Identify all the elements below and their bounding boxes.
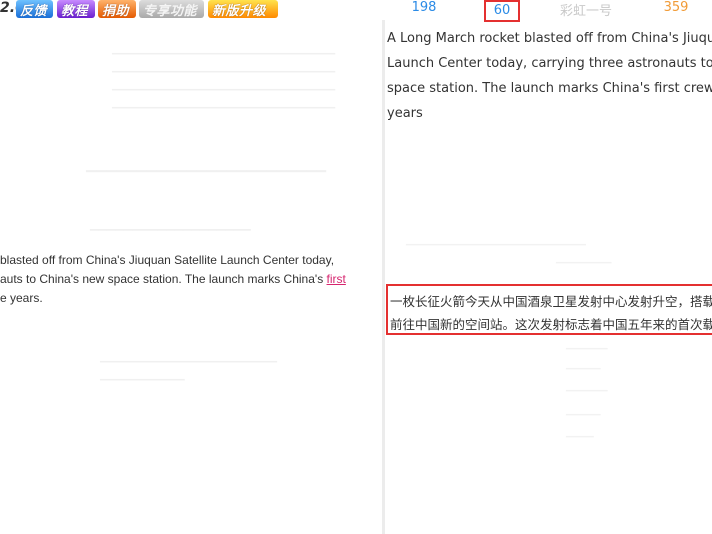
donate-button[interactable]: 捐助 [98, 0, 136, 19]
pane-divider[interactable] [382, 20, 385, 534]
stat-label: 彩虹一号 [559, 4, 612, 19]
faded-background-text: ▁▁▁▁▁▁▁▁▁▁▁▁▁▁▁▁▁▁▁ [90, 218, 251, 231]
english-line: years [387, 106, 423, 121]
faded-background-text: ▁▁▁▁▁ [566, 360, 601, 370]
faded-background-text: ▁▁▁▁▁▁▁▁▁▁▁▁▁▁▁▁▁▁▁▁▁▁▁ [100, 352, 277, 363]
faded-background-text: ▁▁▁▁▁▁▁▁▁▁▁▁▁▁▁▁▁▁▁▁▁▁▁▁▁▁ [406, 236, 586, 246]
article-line: blasted off from China's Jiuquan Satelli… [0, 253, 335, 267]
stat-count-first[interactable]: 198 [404, 0, 444, 18]
faded-background-text: ▁▁▁▁▁▁▁▁▁▁▁▁▁▁▁▁▁▁▁▁▁▁▁▁▁▁▁▁▁ [112, 80, 336, 91]
article-line: e years. [0, 291, 43, 305]
faded-background-text: ▁▁▁▁▁▁▁▁▁▁▁▁▁▁▁▁▁▁▁▁▁▁▁▁▁▁▁▁▁ [112, 98, 336, 109]
left-pane: ▁▁▁▁▁▁▁▁▁▁▁▁▁▁▁▁▁▁▁▁▁▁▁▁▁▁▁▁▁ ▁▁▁▁▁▁▁▁▁▁… [0, 22, 380, 534]
stat-count-third[interactable]: 359 [656, 0, 696, 18]
faded-background-text: ▁▁▁▁▁▁ [566, 340, 608, 350]
faded-background-text: ▁▁▁▁▁▁▁▁ [556, 254, 612, 264]
premium-features-button[interactable]: 专享功能 [139, 0, 204, 19]
faded-background-text: ▁▁▁▁▁▁▁▁▁▁▁ [100, 370, 185, 381]
english-line: space station. The launch marks China's … [387, 81, 712, 96]
chinese-line: 前往中国新的空间站。这次发射标志着中国五年来的首次载 [390, 317, 712, 332]
faded-background-text: ▁▁▁▁▁▁▁▁▁▁▁▁▁▁▁▁▁▁▁▁▁▁▁▁ [86, 158, 326, 173]
faded-background-text: ▁▁▁▁▁▁▁▁▁▁▁▁▁▁▁▁▁▁▁▁▁▁▁▁▁▁▁▁▁ [112, 62, 336, 73]
faded-background-text: ▁▁▁▁▁▁▁▁▁▁▁▁▁▁▁▁▁▁▁▁▁▁▁▁▁▁▁▁▁ [112, 44, 336, 55]
english-line: A Long March rocket blasted off from Chi… [387, 31, 712, 46]
english-line: Launch Center today, carrying three astr… [387, 56, 712, 71]
faded-background-text: ▁▁▁▁▁ [566, 406, 601, 416]
chinese-line: 一枚长征火箭今天从中国酒泉卫星发射中心发射升空，搭载 [390, 294, 712, 309]
source-article-text: blasted off from China's Jiuquan Satelli… [0, 251, 380, 308]
article-line: auts to China's new space station. The l… [0, 270, 380, 289]
tutorial-button[interactable]: 教程 [57, 0, 95, 19]
faded-background-text: ▁▁▁▁ [566, 428, 594, 438]
upgrade-button[interactable]: 新版升级 [208, 0, 278, 19]
top-toolbar: 2.6 反馈 教程 捐助 专享功能 新版升级 198 60 彩虹一号 359 [0, 0, 712, 22]
english-text-block: A Long March rocket blasted off from Chi… [387, 26, 712, 126]
right-pane: A Long March rocket blasted off from Chi… [386, 22, 712, 534]
stat-count-highlighted[interactable]: 60 [484, 0, 520, 22]
faded-background-text: ▁▁▁▁▁▁ [566, 382, 608, 392]
article-line-text: auts to China's new space station. The l… [0, 272, 327, 286]
chinese-translation-text: 一枚长征火箭今天从中国酒泉卫星发射中心发射升空，搭载 前往中国新的空间站。这次发… [390, 290, 712, 336]
first-word-link[interactable]: first [327, 272, 346, 286]
translation-highlight-box[interactable]: 一枚长征火箭今天从中国酒泉卫星发射中心发射升空，搭载 前往中国新的空间站。这次发… [386, 284, 712, 335]
feedback-button[interactable]: 反馈 [16, 0, 53, 19]
